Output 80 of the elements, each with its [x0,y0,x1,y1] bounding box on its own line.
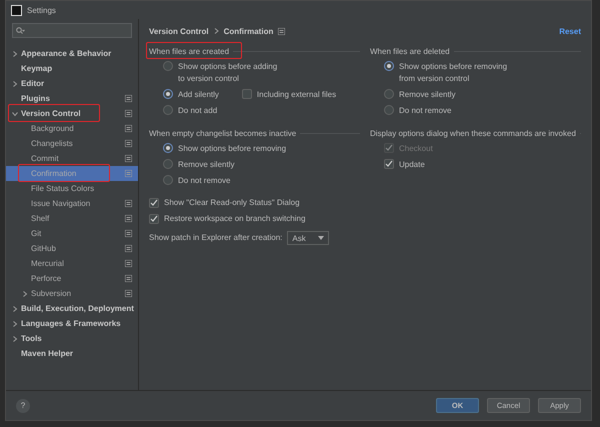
option-label: Checkout [399,143,433,155]
caret-icon [318,236,324,240]
section-title: When files are created [149,46,230,56]
section-title: When files are deleted [370,46,450,56]
app-logo-icon [11,4,22,16]
option-label: Add silently [178,89,219,101]
tree-item[interactable]: Subversion [6,286,138,301]
tree-item[interactable]: Changelists [6,136,138,151]
list-icon [125,215,132,222]
tree-item[interactable]: Mercurial [6,256,138,271]
section-title: When empty changelist becomes inactive [149,128,296,138]
tree-item[interactable]: Tools [6,331,138,346]
checkbox[interactable] [149,198,159,208]
option-label: Including external files [256,89,336,101]
list-icon [125,140,132,147]
tree-item[interactable]: File Status Colors [6,181,138,196]
option-label: Show options before adding to version control [178,61,278,85]
checkbox[interactable] [384,159,394,169]
breadcrumb-item: Confirmation [224,26,274,36]
search-icon [16,26,25,34]
chevron-right-icon [214,28,219,34]
radio-button[interactable] [163,175,173,185]
radio-button[interactable] [163,89,173,99]
list-icon [125,245,132,252]
option-label: Remove silently [178,159,234,171]
tree-item[interactable]: Appearance & Behavior [6,46,138,61]
tree-item[interactable]: Background [6,121,138,136]
radio-button[interactable] [384,61,394,71]
option-label: Do not remove [399,105,452,117]
dropdown[interactable]: Ask [287,231,330,245]
list-icon [125,155,132,162]
checkbox[interactable] [242,89,252,99]
tree-item[interactable]: Version Control [6,106,138,121]
list-icon [125,230,132,237]
tree-item[interactable]: Git [6,226,138,241]
radio-button[interactable] [384,105,394,115]
breadcrumb-item: Version Control [149,26,209,36]
tree-item[interactable]: GitHub [6,241,138,256]
list-icon [125,95,132,102]
option-label: Show options before removing from version control [399,61,508,85]
search-field[interactable] [12,23,132,38]
option-label: Show options before removing [178,143,286,155]
tree-item[interactable]: Shelf [6,211,138,226]
list-icon [125,170,132,177]
tree-item[interactable]: Perforce [6,271,138,286]
tree-item[interactable]: Maven Helper [6,346,138,361]
list-icon [125,290,132,297]
tree-item[interactable]: Editor [6,76,138,91]
list-icon [125,275,132,282]
radio-button[interactable] [163,159,173,169]
reset-link[interactable]: Reset [559,26,581,36]
option-label: Do not add [178,105,218,117]
radio-button[interactable] [163,143,173,153]
radio-button[interactable] [384,89,394,99]
chevron-right-icon[interactable] [11,50,19,58]
list-icon [125,200,132,207]
tree-item[interactable]: Issue Navigation [6,196,138,211]
help-button[interactable]: ? [16,398,30,412]
tree-item[interactable]: Plugins [6,91,138,106]
option-label: Do not remove [178,175,230,187]
option-label: Update [399,159,425,171]
tree-item[interactable]: Languages & Frameworks [6,316,138,331]
field-label: Show patch in Explorer after creation: [149,232,282,244]
radio-button[interactable] [163,61,173,71]
tree-item[interactable]: Commit [6,151,138,166]
chevron-right-icon[interactable] [11,80,19,88]
option-label: Remove silently [399,89,456,101]
list-icon [278,28,286,34]
chevron-down-icon[interactable] [11,110,19,118]
list-icon [125,260,132,267]
checkbox[interactable] [149,214,159,224]
list-icon [125,110,132,117]
list-icon [125,125,132,132]
tree-item[interactable]: Build, Execution, Deployment [6,301,138,316]
tree-item[interactable]: Keymap [6,61,138,76]
window-title: Settings [27,6,56,14]
section-title: Display options dialog when these commands are invoked [370,128,576,138]
option-label: Show "Clear Read-only Status" Dialog [164,197,300,209]
option-label: Restore workspace on branch switching [164,213,306,225]
radio-button[interactable] [163,105,173,115]
